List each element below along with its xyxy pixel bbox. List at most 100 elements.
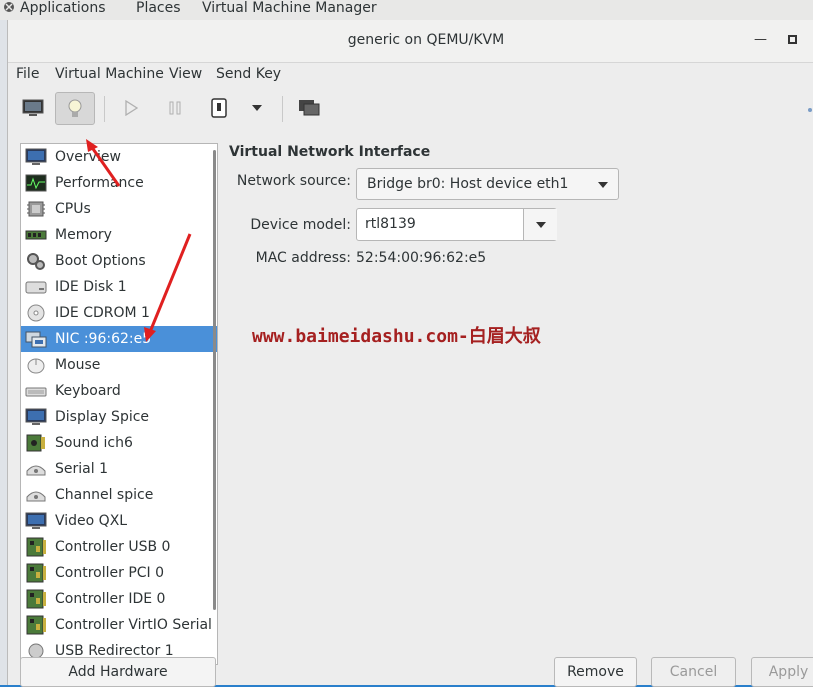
hardware-list: USB Redirector 1 Controller VirtIO Serial… [20, 143, 218, 665]
network-source-value: Bridge br0: Host device eth1 [367, 176, 569, 192]
places-menu[interactable]: Places [136, 0, 181, 17]
cancel-button[interactable]: Cancel [651, 657, 736, 687]
pause-icon [169, 101, 181, 115]
menu-virtual-machine[interactable]: Virtual Machine [55, 66, 164, 82]
hardware-item-label: Performance [55, 175, 144, 191]
fullscreen-button[interactable] [294, 94, 324, 122]
hardware-item[interactable]: CPUs [21, 196, 217, 222]
minimize-icon[interactable]: — [754, 32, 767, 47]
gears-icon [25, 251, 47, 271]
power-icon [211, 98, 227, 118]
applications-label: Applications [20, 0, 106, 16]
mouse-icon [25, 355, 47, 375]
screens-icon [299, 100, 320, 116]
console-button[interactable] [18, 94, 48, 122]
chevron-down-icon [252, 105, 262, 111]
hardware-item[interactable]: Controller USB 0 [21, 534, 217, 560]
hardware-item[interactable]: Sound ich6 [21, 430, 217, 456]
hardware-item-label: IDE Disk 1 [55, 279, 127, 295]
shutdown-button[interactable] [204, 94, 234, 122]
toolbar-separator [104, 96, 105, 122]
hardware-item-label: Mouse [55, 357, 101, 373]
hardware-item[interactable]: Controller IDE 0 [21, 586, 217, 612]
window-title: generic on QEMU/KVM [347, 32, 505, 48]
network-card-icon [25, 329, 47, 349]
device-model-dropdown-button[interactable] [523, 209, 557, 240]
menu-bar: File Virtual Machine View Send Key [8, 63, 813, 87]
menu-file[interactable]: File [16, 66, 39, 82]
controller-card-icon [25, 563, 47, 583]
apply-button[interactable]: Apply [751, 657, 813, 687]
controller-card-icon [25, 537, 47, 557]
memory-module-icon [25, 225, 47, 245]
section-title: Virtual Network Interface [229, 144, 431, 160]
hardware-item-label: Controller PCI 0 [55, 565, 165, 581]
channel-icon [25, 485, 47, 505]
desktop-edge [0, 20, 7, 685]
hardware-item[interactable]: NIC :96:62:e5 [21, 326, 217, 352]
mac-address-value: 52:54:00:96:62:e5 [356, 250, 487, 266]
hardware-item[interactable]: Mouse [21, 352, 217, 378]
hard-disk-icon [25, 277, 47, 297]
performance-graph-icon [25, 173, 47, 193]
hardware-item-label: Controller VirtIO Serial 0 [55, 617, 218, 633]
device-model-combo[interactable]: rtl8139 [356, 208, 557, 241]
mac-address-label: MAC address: [255, 250, 351, 266]
cpu-chip-icon [25, 199, 47, 219]
top-panel: Applications Places Virtual Machine Mana… [0, 0, 813, 20]
hardware-item[interactable]: Overview [21, 144, 217, 170]
hardware-item-label: Controller IDE 0 [55, 591, 166, 607]
hardware-item-label: Controller USB 0 [55, 539, 171, 555]
details-button[interactable] [55, 92, 95, 125]
hardware-item[interactable]: Keyboard [21, 378, 217, 404]
maximize-icon[interactable] [788, 33, 797, 48]
pause-button[interactable] [160, 94, 190, 122]
hardware-item-label: Overview [55, 149, 121, 165]
monitor-icon [22, 99, 44, 116]
hardware-item-label: Keyboard [55, 383, 121, 399]
keyboard-icon [25, 381, 47, 401]
hardware-item-label: NIC :96:62:e5 [55, 331, 152, 347]
network-source-combo[interactable]: Bridge br0: Host device eth1 [356, 168, 619, 200]
watermark-text: www.baimeidashu.com-白眉大叔 [252, 326, 541, 347]
hardware-item[interactable]: IDE CDROM 1 [21, 300, 217, 326]
hardware-item[interactable]: Serial 1 [21, 456, 217, 482]
hardware-item-label: Sound ich6 [55, 435, 133, 451]
hardware-item[interactable]: Channel spice [21, 482, 217, 508]
hardware-item-label: Memory [55, 227, 112, 243]
shutdown-dropdown[interactable] [242, 94, 272, 122]
cdrom-icon [25, 303, 47, 323]
list-scrollbar[interactable] [213, 150, 216, 610]
hardware-item[interactable]: Controller PCI 0 [21, 560, 217, 586]
remove-button[interactable]: Remove [554, 657, 637, 687]
device-model-value: rtl8139 [365, 216, 416, 232]
applications-menu[interactable]: Applications [2, 0, 106, 17]
chevron-down-icon [536, 222, 546, 228]
hardware-item-label: Boot Options [55, 253, 146, 269]
hardware-item-label: IDE CDROM 1 [55, 305, 150, 321]
toolbar-separator [282, 96, 283, 122]
hardware-item-label: Video QXL [55, 513, 128, 529]
hardware-item-label: Display Spice [55, 409, 150, 425]
controller-card-icon [25, 615, 47, 635]
title-bar: generic on QEMU/KVM — [8, 20, 813, 63]
add-hardware-button[interactable]: Add Hardware [20, 657, 216, 687]
hardware-item[interactable]: Video QXL [21, 508, 217, 534]
controller-card-icon [25, 589, 47, 609]
menu-view[interactable]: View [169, 66, 202, 82]
app-logo-icon [2, 0, 20, 14]
hardware-item[interactable]: Performance [21, 170, 217, 196]
menu-send-key[interactable]: Send Key [216, 66, 281, 82]
run-button[interactable] [116, 94, 146, 122]
vmm-menu[interactable]: Virtual Machine Manager [202, 0, 377, 17]
hardware-item-label: Serial 1 [55, 461, 108, 477]
hardware-item[interactable]: IDE Disk 1 [21, 274, 217, 300]
hardware-item-label: CPUs [55, 201, 91, 217]
device-model-label: Device model: [250, 217, 351, 233]
hardware-item[interactable]: Display Spice [21, 404, 217, 430]
hardware-item[interactable]: Memory [21, 222, 217, 248]
hardware-item[interactable]: Boot Options [21, 248, 217, 274]
chevron-down-icon [598, 182, 608, 188]
lightbulb-icon [68, 99, 82, 117]
hardware-item[interactable]: Controller VirtIO Serial 0 [21, 612, 217, 638]
